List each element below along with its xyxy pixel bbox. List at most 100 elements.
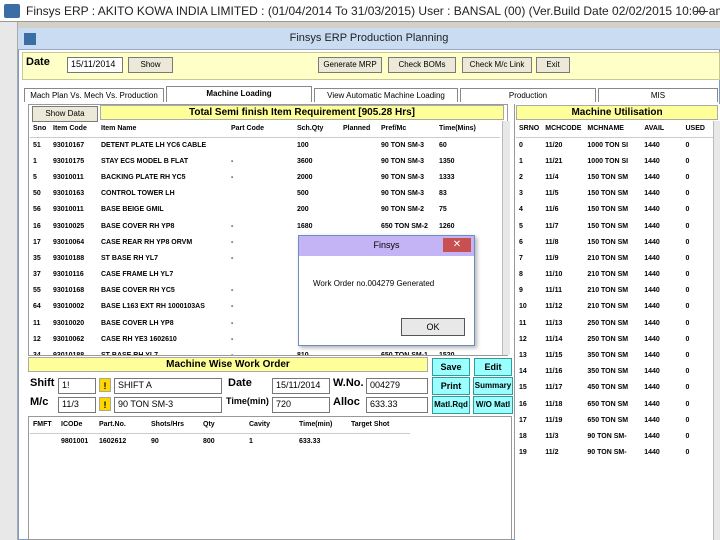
requirement-cell[interactable]: 93010062 bbox=[50, 331, 98, 347]
machine-row[interactable]: 15 11/17 450 TON SM 1440 0 bbox=[516, 380, 716, 396]
machine-row[interactable]: 16 11/18 650 TON SM 1440 0 bbox=[516, 396, 716, 412]
machine-cell[interactable]: 0 bbox=[682, 234, 716, 250]
machine-scrollbar[interactable] bbox=[713, 121, 720, 540]
print-button[interactable]: Print bbox=[432, 377, 470, 395]
machine-row[interactable]: 5 11/7 150 TON SM 1440 0 bbox=[516, 218, 716, 234]
requirement-cell[interactable]: BASE L163 EXT RH 1000103AS bbox=[98, 299, 228, 315]
machine-cell[interactable]: 11/21 bbox=[542, 153, 584, 169]
machine-row[interactable]: 3 11/5 150 TON SM 1440 0 bbox=[516, 186, 716, 202]
matl-rqd-button[interactable]: Matl.Rqd bbox=[432, 396, 470, 414]
show-button[interactable]: Show bbox=[128, 57, 173, 73]
requirement-cell[interactable] bbox=[340, 137, 378, 153]
machine-cell[interactable]: 0 bbox=[682, 364, 716, 380]
requirement-cell[interactable]: - bbox=[228, 250, 294, 266]
requirement-cell[interactable]: 2000 bbox=[294, 169, 340, 185]
work-order-cell[interactable] bbox=[348, 433, 410, 449]
work-order-row[interactable]: 9801001 1602612 90 800 1 633.33 bbox=[30, 433, 410, 449]
machine-cell[interactable]: 210 TON SM bbox=[584, 283, 641, 299]
machine-cell[interactable]: 0 bbox=[682, 396, 716, 412]
machine-cell[interactable]: 11/4 bbox=[542, 169, 584, 185]
machine-row[interactable]: 7 11/9 210 TON SM 1440 0 bbox=[516, 250, 716, 266]
machine-cell[interactable]: 2 bbox=[516, 169, 542, 185]
requirement-scrollbar[interactable] bbox=[502, 121, 510, 355]
requirement-cell[interactable]: - bbox=[228, 315, 294, 331]
machine-col-header[interactable]: AVAIL bbox=[641, 121, 683, 138]
machine-col-header[interactable]: SRNO bbox=[516, 121, 543, 138]
machine-cell[interactable]: 11/7 bbox=[542, 218, 584, 234]
requirement-cell[interactable]: 93010168 bbox=[50, 283, 98, 299]
requirement-cell[interactable]: - bbox=[228, 283, 294, 299]
machine-cell[interactable]: 8 bbox=[516, 267, 542, 283]
requirement-cell[interactable]: 17 bbox=[30, 234, 50, 250]
save-button[interactable]: Save bbox=[432, 358, 470, 376]
requirement-cell[interactable]: 37 bbox=[30, 267, 50, 283]
machine-cell[interactable]: 150 TON SM bbox=[584, 186, 641, 202]
machine-cell[interactable]: 11/18 bbox=[542, 396, 584, 412]
machine-cell[interactable]: 0 bbox=[682, 315, 716, 331]
machine-row[interactable]: 14 11/16 350 TON SM 1440 0 bbox=[516, 364, 716, 380]
requirement-cell[interactable]: 93010020 bbox=[50, 315, 98, 331]
exit-button[interactable]: Exit bbox=[536, 57, 570, 73]
requirement-cell[interactable]: 16 bbox=[30, 218, 50, 234]
requirement-cell[interactable]: 50 bbox=[30, 186, 50, 202]
machine-cell[interactable]: 1440 bbox=[641, 445, 682, 461]
machine-cell[interactable]: 11 bbox=[516, 315, 542, 331]
mc-lookup-icon[interactable]: ! bbox=[99, 397, 111, 411]
machine-cell[interactable]: 1440 bbox=[641, 428, 682, 444]
requirement-cell[interactable]: 93010002 bbox=[50, 299, 98, 315]
machine-cell[interactable]: 1440 bbox=[641, 315, 682, 331]
machine-cell[interactable]: 0 bbox=[682, 218, 716, 234]
requirement-cell[interactable] bbox=[340, 169, 378, 185]
generate-mrp-button[interactable]: Generate MRP bbox=[318, 57, 382, 73]
machine-row[interactable]: 9 11/11 210 TON SM 1440 0 bbox=[516, 283, 716, 299]
machine-cell[interactable]: 13 bbox=[516, 347, 542, 363]
machine-row[interactable]: 4 11/6 150 TON SM 1440 0 bbox=[516, 202, 716, 218]
requirement-cell[interactable]: 83 bbox=[436, 186, 500, 202]
requirement-cell[interactable]: 1520 bbox=[436, 347, 500, 355]
machine-cell[interactable]: 150 TON SM bbox=[584, 218, 641, 234]
machine-cell[interactable]: 1440 bbox=[641, 202, 682, 218]
machine-cell[interactable]: 11/13 bbox=[542, 315, 584, 331]
requirement-cell[interactable]: BASE COVER RH YC5 bbox=[98, 283, 228, 299]
requirement-cell[interactable]: 56 bbox=[30, 202, 50, 218]
shift-code-input[interactable]: 1! bbox=[58, 378, 96, 394]
work-order-col-header[interactable]: Time(min) bbox=[296, 417, 348, 434]
machine-cell[interactable]: 11/14 bbox=[542, 331, 584, 347]
machine-cell[interactable]: 0 bbox=[516, 137, 542, 153]
machine-col-header[interactable]: MCHCODE bbox=[542, 121, 585, 138]
work-order-col-header[interactable]: Shots/Hrs bbox=[148, 417, 200, 434]
machine-cell[interactable]: 0 bbox=[682, 428, 716, 444]
requirement-cell[interactable]: 90 TON SM-3 bbox=[378, 169, 436, 185]
machine-cell[interactable]: 1440 bbox=[641, 267, 682, 283]
requirement-cell[interactable]: - bbox=[228, 331, 294, 347]
machine-cell[interactable]: 1440 bbox=[641, 218, 682, 234]
machine-row[interactable]: 13 11/15 350 TON SM 1440 0 bbox=[516, 347, 716, 363]
requirement-cell[interactable]: 75 bbox=[436, 202, 500, 218]
dialog-close-button[interactable]: ✕ bbox=[443, 238, 471, 252]
machine-cell[interactable]: 11/6 bbox=[542, 202, 584, 218]
requirement-col-header[interactable]: Planned bbox=[340, 121, 378, 138]
requirement-cell[interactable]: 650 TON SM-1 bbox=[378, 347, 436, 355]
mc-name-input[interactable]: 90 TON SM-3 bbox=[114, 397, 222, 413]
shift-name-input[interactable]: SHIFT A bbox=[114, 378, 222, 394]
machine-cell[interactable]: 16 bbox=[516, 396, 542, 412]
machine-cell[interactable]: 1000 TON SI bbox=[584, 153, 641, 169]
machine-cell[interactable]: 350 TON SM bbox=[584, 347, 641, 363]
requirement-cell[interactable]: 35 bbox=[30, 250, 50, 266]
requirement-cell[interactable]: 51 bbox=[30, 137, 50, 153]
requirement-cell[interactable]: BACKING PLATE RH YC5 bbox=[98, 169, 228, 185]
machine-cell[interactable]: 0 bbox=[682, 283, 716, 299]
machine-cell[interactable]: 210 TON SM bbox=[584, 250, 641, 266]
machine-row[interactable]: 0 11/20 1000 TON SI 1440 0 bbox=[516, 137, 716, 153]
machine-cell[interactable]: 0 bbox=[682, 153, 716, 169]
machine-cell[interactable]: 11/2 bbox=[542, 445, 584, 461]
requirement-cell[interactable]: - bbox=[228, 234, 294, 250]
machine-cell[interactable]: 1000 TON SI bbox=[584, 137, 641, 153]
requirement-cell[interactable]: 34 bbox=[30, 347, 50, 355]
work-order-col-header[interactable]: Qty bbox=[200, 417, 246, 434]
dialog-ok-button[interactable]: OK bbox=[401, 318, 465, 336]
requirement-cell[interactable]: - bbox=[228, 299, 294, 315]
requirement-cell[interactable]: - bbox=[228, 169, 294, 185]
requirement-cell[interactable]: - bbox=[228, 218, 294, 234]
requirement-row[interactable]: 5 93010011 BACKING PLATE RH YC5-2000 90 TON… bbox=[30, 169, 500, 185]
